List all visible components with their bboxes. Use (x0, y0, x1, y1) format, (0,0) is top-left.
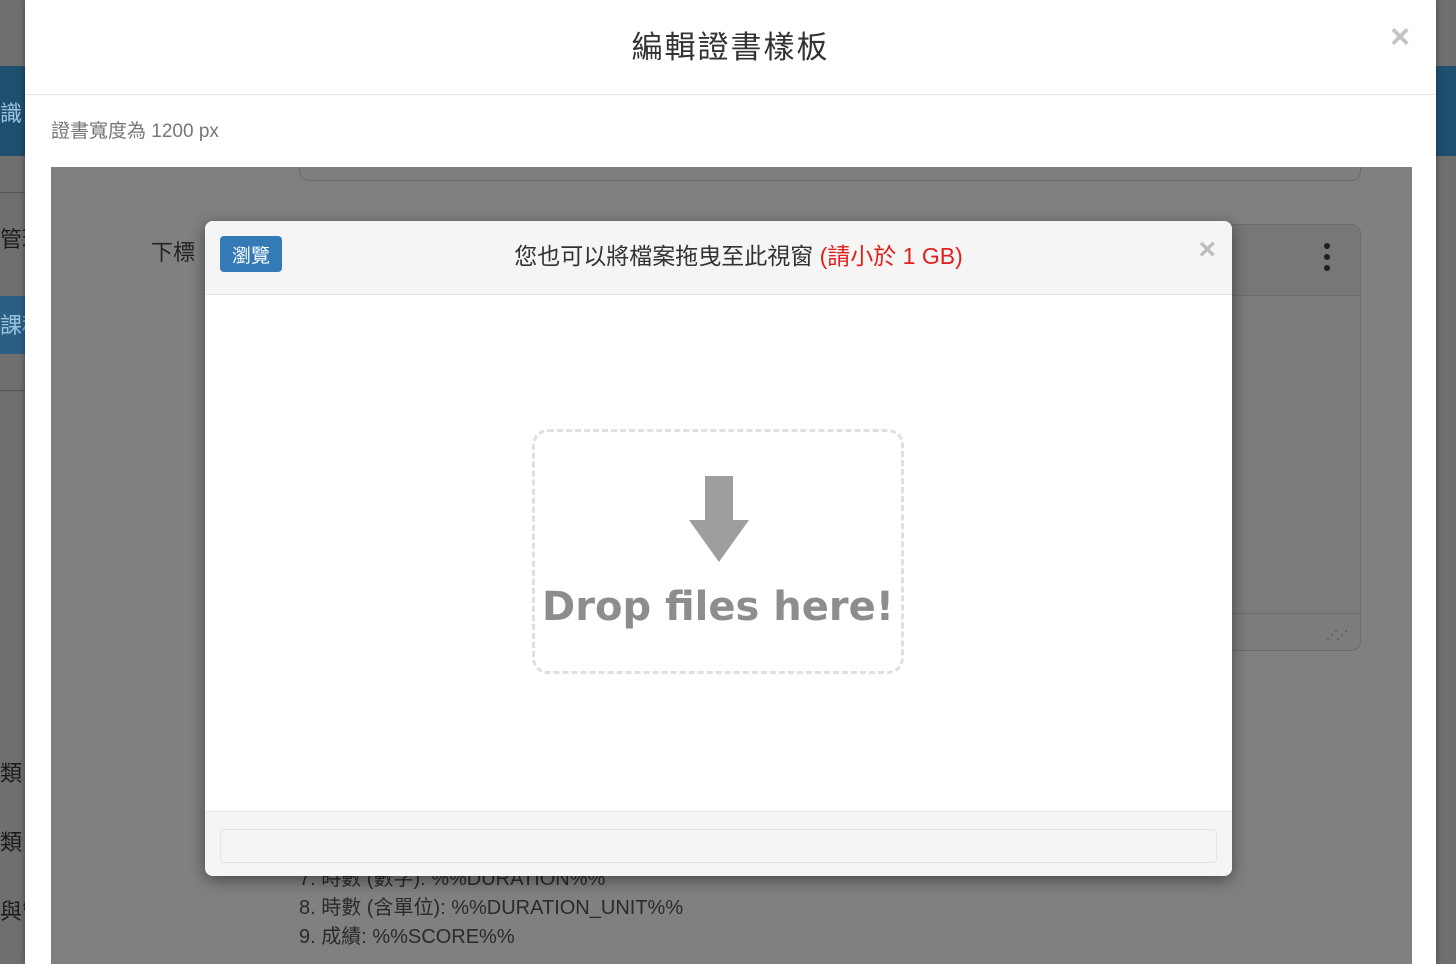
upload-header: 瀏覽 您也可以將檔案拖曳至此視窗 (請小於 1 GB) × (205, 221, 1232, 295)
placeholder-variable-list: 7. 時數 (數字): %%DURATION%% 8. 時數 (含單位): %%… (299, 865, 683, 952)
upload-close-button[interactable]: × (1198, 235, 1216, 265)
upload-footer (205, 811, 1232, 876)
bg-nav-fragment: 識 (0, 101, 23, 126)
more-options-icon[interactable] (1324, 243, 1330, 276)
bg-nav-active-item: 課程 (0, 296, 26, 354)
bg-nav-fragment: 類 (0, 830, 23, 855)
download-arrow-icon (689, 476, 749, 562)
resize-grip-icon[interactable]: ⋰⋰ (1326, 628, 1348, 642)
bg-nav-fragment: 與管 (0, 899, 26, 924)
modal-title: 編輯證書樣板 (631, 30, 830, 65)
file-upload-dialog: 瀏覽 您也可以將檔案拖曳至此視窗 (請小於 1 GB) × Drop files… (205, 221, 1232, 876)
drop-zone[interactable]: Drop files here! (532, 429, 904, 674)
bg-divider (0, 192, 26, 193)
drag-hint: 您也可以將檔案拖曳至此視窗 (請小於 1 GB) (205, 237, 1232, 271)
bg-right-nav-band (1436, 66, 1456, 156)
modal-close-button[interactable]: × (1390, 20, 1410, 54)
upload-progress-bar (220, 829, 1217, 863)
drop-files-text: Drop files here! (542, 584, 894, 630)
list-item: 8. 時數 (含單位): %%DURATION_UNIT%% (299, 897, 684, 919)
size-limit-text: (請小於 1 GB) (819, 243, 963, 269)
list-item: 9. 成績: %%SCORE%% (299, 926, 515, 948)
certificate-width-note: 證書寬度為 1200 px (51, 121, 219, 142)
subtitle-label: 下標 (151, 240, 196, 265)
editor-top-field (299, 167, 1361, 181)
bg-nav-fragment: 管理 (0, 227, 26, 252)
drag-hint-text: 您也可以將檔案拖曳至此視窗 (514, 243, 820, 269)
bg-nav-fragment: 類 (0, 761, 23, 786)
modal-header: 編輯證書樣板 × (25, 0, 1436, 95)
bg-divider (0, 390, 26, 391)
bg-nav-fragment: 課程 (0, 313, 26, 338)
